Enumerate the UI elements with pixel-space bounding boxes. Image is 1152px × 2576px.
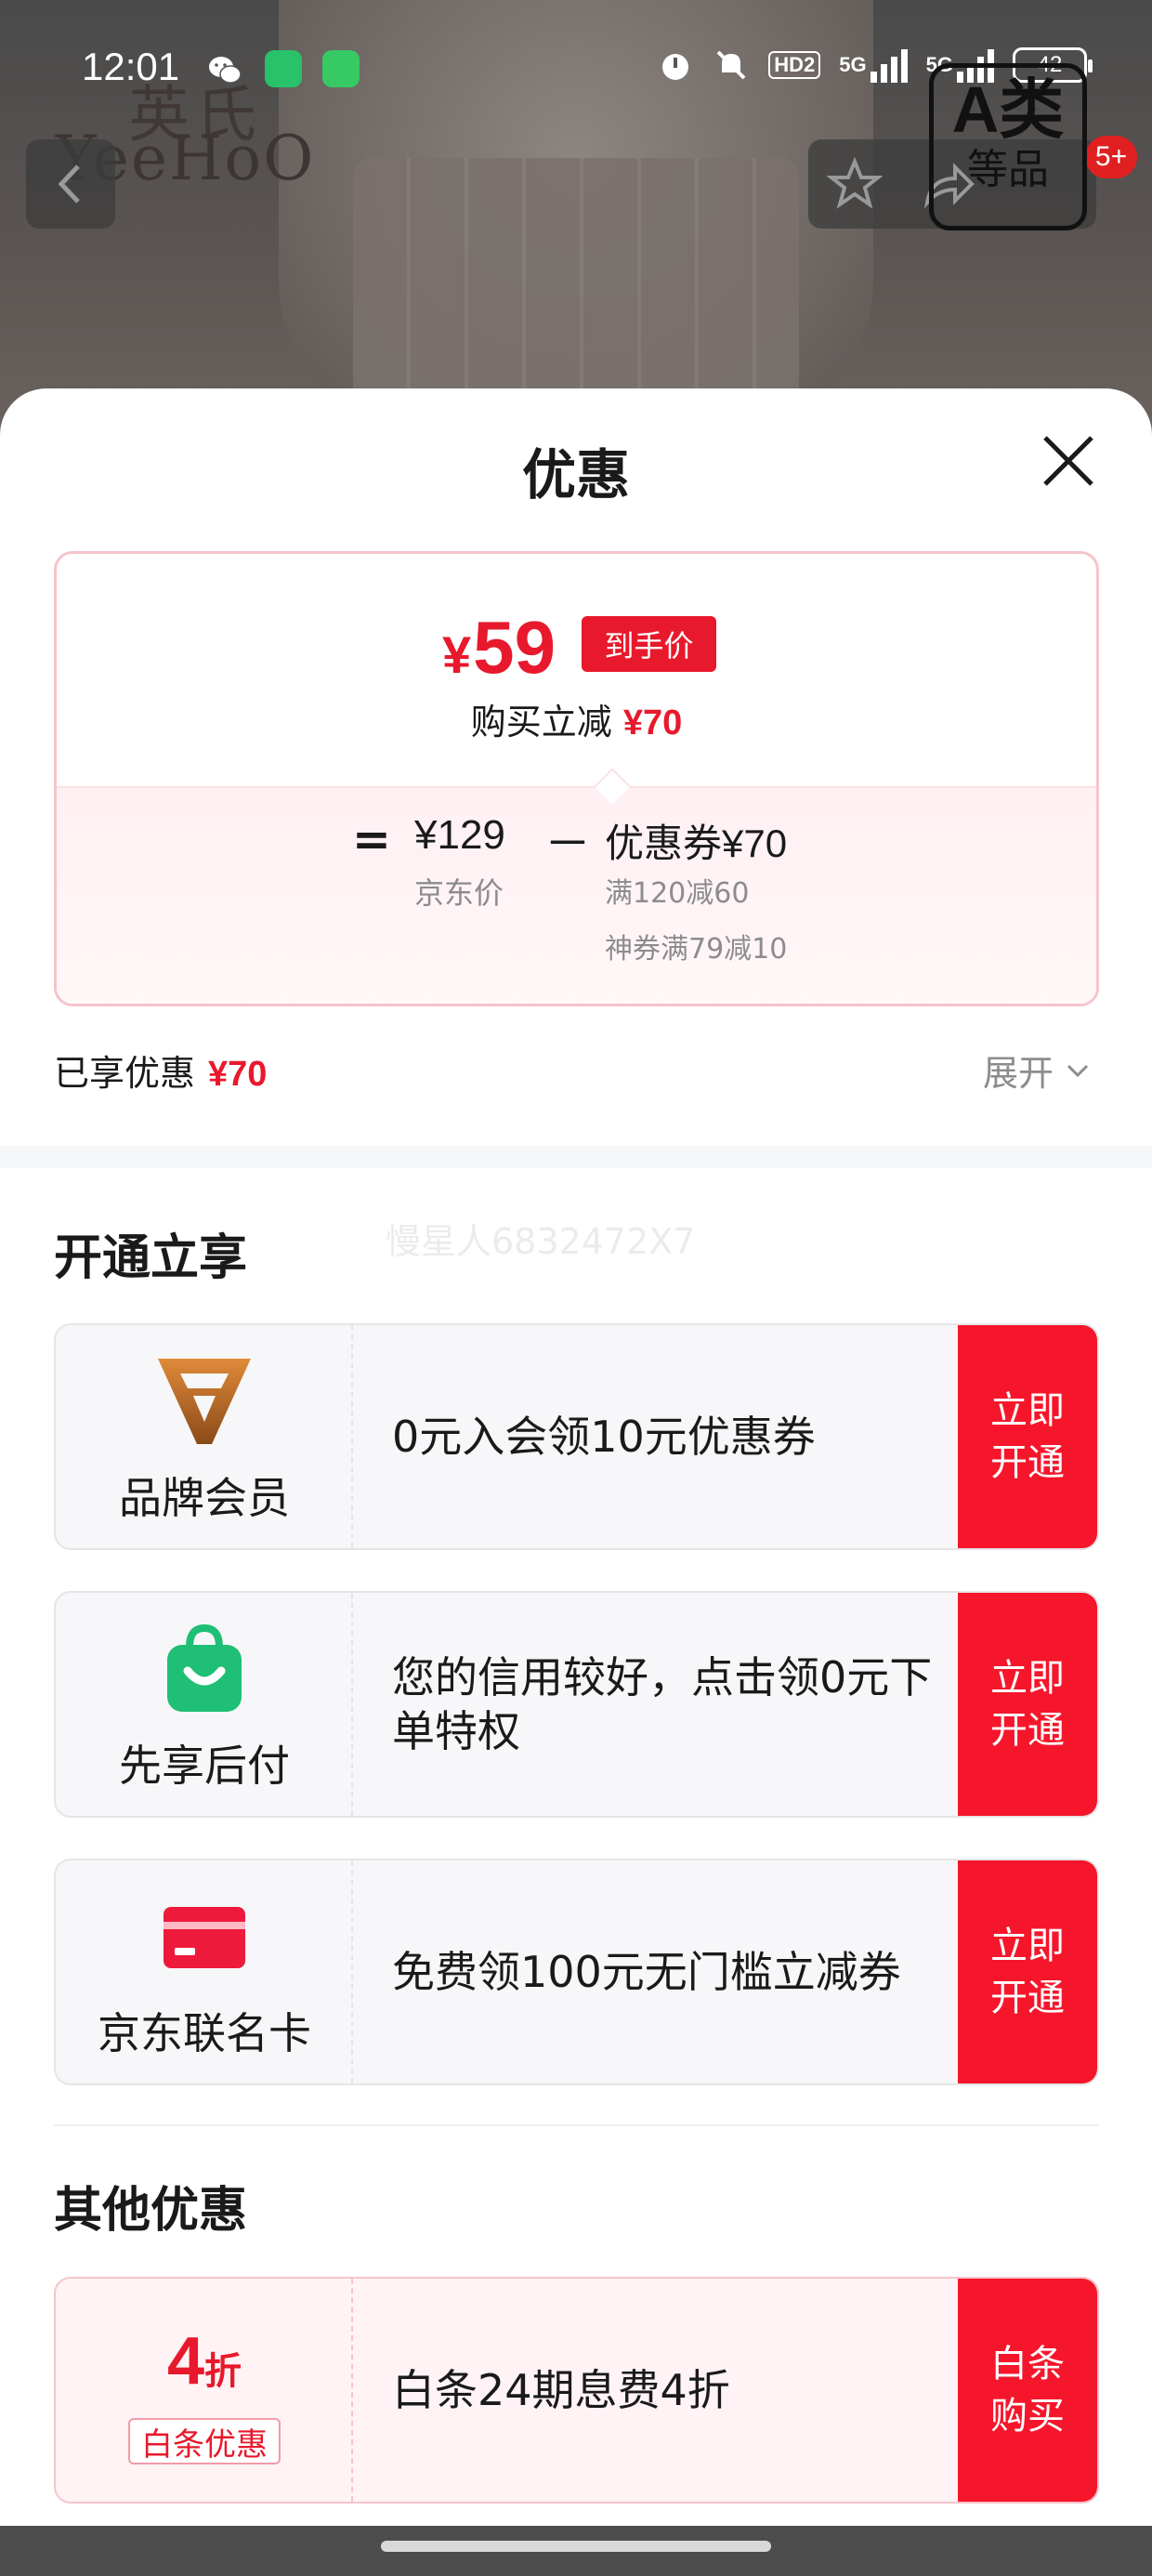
equals-sign: =	[352, 812, 391, 866]
signal-5g-label: 5G	[839, 53, 867, 76]
hd-indicator: HD2	[768, 51, 821, 79]
final-price-tag: 到手价	[582, 616, 716, 672]
offer-name: 先享后付	[119, 1741, 290, 1791]
back-button[interactable]	[26, 139, 115, 229]
discount-sheet: 优惠 ¥ 59 到手价 购买立减 ¥70 = ¥129 京东价 － 优惠券¥70…	[0, 388, 1152, 2526]
status-time: 12:01	[82, 45, 180, 88]
user-watermark: 慢星人6832472X7	[386, 1221, 696, 1262]
discount-value: 4折	[166, 2324, 242, 2399]
offer-icon-column: 先享后付	[56, 1593, 353, 1816]
wechat-icon	[209, 57, 242, 84]
offer-description: 免费领100元无门槛立减券	[392, 1947, 901, 1997]
grade-stamp: A类 等品	[929, 63, 1087, 230]
open-now-button[interactable]: 立即开通	[958, 1593, 1097, 1816]
minus-sign: －	[544, 817, 591, 871]
enjoyed-discount: 已享优惠 ¥70	[54, 1053, 268, 1094]
mute-bell-icon	[716, 50, 746, 80]
coupon-detail: 神券满79减10	[605, 933, 788, 966]
coupon-total: 优惠券¥70	[605, 821, 788, 866]
open-now-button[interactable]: 立即开通	[958, 1860, 1097, 2083]
offer-pay-later[interactable]: 先享后付 您的信用较好，点击领0元下单特权 立即开通	[54, 1591, 1099, 1818]
favorite-star-icon[interactable]	[827, 156, 883, 212]
close-icon[interactable]	[1036, 428, 1101, 493]
expand-button[interactable]: 展开	[983, 1045, 1091, 1096]
price-summary-card: ¥ 59 到手价 购买立减 ¥70 = ¥129 京东价 － 优惠券¥70 满1…	[54, 551, 1099, 1006]
baitiao-tag: 白条优惠	[128, 2418, 281, 2464]
offer-brand-member[interactable]: 品牌会员 0元入会领10元优惠券 立即开通	[54, 1323, 1099, 1550]
baitiao-buy-button[interactable]: 白条购买	[958, 2279, 1097, 2502]
home-indicator[interactable]	[381, 2541, 771, 2552]
offer-description: 0元入会领10元优惠券	[392, 1412, 816, 1462]
signal-strength-icon	[870, 47, 908, 83]
credit-card-icon	[164, 1907, 245, 1968]
offer-icon-column: 品牌会员	[56, 1325, 353, 1548]
price-formula: = ¥129 京东价 － 优惠券¥70 满120减60 神券满79减10	[57, 812, 1096, 998]
sheet-title: 优惠	[521, 443, 630, 506]
home-app-icon	[265, 50, 302, 87]
instant-cut: 购买立减 ¥70	[470, 702, 683, 743]
alarm-icon	[662, 54, 689, 80]
chevron-left-icon	[58, 164, 80, 204]
brand-member-v-icon	[158, 1359, 251, 1444]
section-divider	[0, 1146, 1152, 1168]
shopping-bag-smile-icon	[167, 1623, 242, 1712]
open-now-button[interactable]: 立即开通	[958, 1325, 1097, 1548]
offer-icon-column: 4折 白条优惠	[56, 2279, 353, 2502]
coupon-detail: 满120减60	[605, 877, 750, 910]
offer-description: 白条24期息费4折	[392, 2365, 730, 2415]
jd-price-label: 京东价	[414, 875, 504, 911]
offer-baitiao[interactable]: 4折 白条优惠 白条24期息费4折 白条购买	[54, 2277, 1099, 2504]
chevron-down-icon	[1067, 1064, 1089, 1077]
offer-icon-column: 京东联名卡	[56, 1860, 353, 2083]
gesture-bar	[0, 2526, 1152, 2576]
offer-name: 品牌会员	[119, 1473, 290, 1523]
jd-price: ¥129	[414, 812, 505, 858]
section-divider-thin	[54, 2124, 1099, 2126]
final-price: ¥ 59	[442, 606, 556, 689]
offer-name: 京东联名卡	[98, 2008, 311, 2058]
offer-description: 您的信用较好，点击领0元下单特权	[392, 1652, 933, 1756]
section-title-other: 其他优惠	[54, 2183, 248, 2239]
section-title-open: 开通立享	[54, 1230, 248, 1286]
cart-count-badge: 5+	[1085, 136, 1137, 178]
message-app-icon	[322, 50, 360, 87]
offer-co-branded-card[interactable]: 京东联名卡 免费领100元无门槛立减券 立即开通	[54, 1859, 1099, 2085]
